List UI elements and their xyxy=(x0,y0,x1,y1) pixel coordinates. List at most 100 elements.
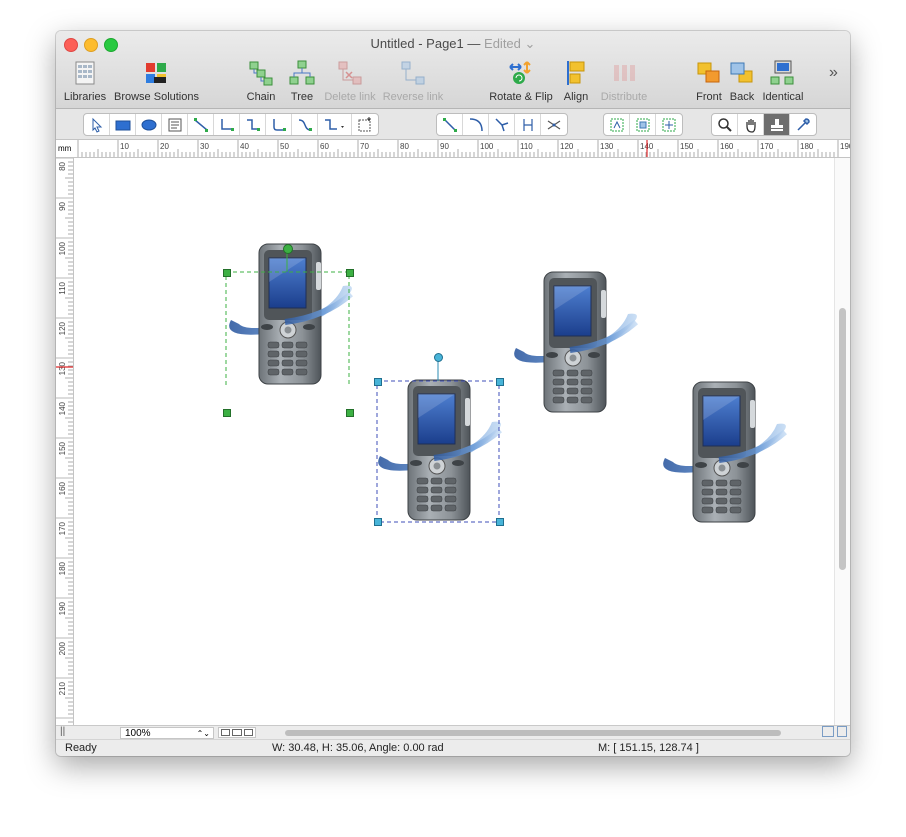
ruler-tick-label: 140 xyxy=(58,401,67,415)
ruler-tick-label: 20 xyxy=(160,142,169,151)
reverse-link-icon xyxy=(401,61,425,85)
browse-solutions-button[interactable]: Browse Solutions xyxy=(114,59,199,105)
tool-select[interactable] xyxy=(84,114,110,135)
tool-insert-special[interactable] xyxy=(352,114,378,135)
tool-zoom[interactable] xyxy=(712,114,738,135)
ellipse-icon xyxy=(141,119,157,131)
tree-icon xyxy=(289,60,315,85)
libraries-icon xyxy=(75,61,95,85)
resize-handle[interactable] xyxy=(496,518,504,526)
horizontal-scroll-thumb[interactable] xyxy=(285,730,781,736)
tool-smart-connector[interactable] xyxy=(214,114,240,135)
resize-handle[interactable] xyxy=(346,269,354,277)
distribute-button[interactable]: Distribute xyxy=(598,59,650,105)
identical-button[interactable]: Identical xyxy=(760,59,806,105)
chain-button[interactable]: Chain xyxy=(241,59,281,105)
tool-rectangle[interactable] xyxy=(110,114,136,135)
align-button[interactable]: Align xyxy=(556,59,596,105)
front-button[interactable]: Front xyxy=(692,59,726,105)
ruler-tick-label: 10 xyxy=(120,142,129,151)
tool-line[interactable] xyxy=(437,114,463,135)
ruler-unit-label: mm xyxy=(58,144,72,153)
resize-handle[interactable] xyxy=(496,378,504,386)
group-icon xyxy=(610,118,624,132)
tool-connector-menu[interactable] xyxy=(318,114,352,135)
ruler-tick-label: 190 xyxy=(840,142,850,151)
tool-direct-connector[interactable] xyxy=(188,114,214,135)
app-window: Untitled - Page1 — Edited ⌄ Libraries Br… xyxy=(56,31,850,756)
vertical-scroll-thumb[interactable] xyxy=(839,308,846,570)
elbow-connector-icon xyxy=(221,119,234,131)
resize-handle[interactable] xyxy=(346,409,354,417)
tool-arc-connector[interactable] xyxy=(240,114,266,135)
tool-container[interactable] xyxy=(630,114,656,135)
bottom-bar: || 100% ⌃⌄ xyxy=(56,725,850,740)
insert-icon xyxy=(358,117,371,132)
ruler-tick-label: 50 xyxy=(280,142,289,151)
toolbar-overflow-chevron[interactable]: » xyxy=(829,64,838,82)
selection-frame-2 xyxy=(376,357,500,523)
tool-text[interactable] xyxy=(162,114,188,135)
fit-page-icon[interactable] xyxy=(822,726,834,737)
tool-eyedropper[interactable] xyxy=(790,114,816,135)
tool-round-connector[interactable] xyxy=(266,114,292,135)
ruler-tick-label: 110 xyxy=(520,142,533,151)
tool-polyline[interactable] xyxy=(515,114,541,135)
ruler-tick-label: 190 xyxy=(58,601,67,615)
rotation-handle-1[interactable] xyxy=(283,244,293,254)
tool-bezier[interactable] xyxy=(489,114,515,135)
connector-menu-icon xyxy=(325,119,344,130)
tool-freehand[interactable] xyxy=(541,114,567,135)
zoom-field[interactable]: 100% ⌃⌄ xyxy=(120,727,214,739)
align-icon xyxy=(567,61,585,85)
rotate-flip-icon xyxy=(509,61,531,84)
ruler-tick-label: 160 xyxy=(720,142,734,151)
tool-group[interactable] xyxy=(604,114,630,135)
ruler-tick-label: 100 xyxy=(480,142,494,151)
ruler-tick-label: 30 xyxy=(200,142,209,151)
resize-handle[interactable] xyxy=(223,409,231,417)
window-title: Untitled - Page1 — Edited ⌄ xyxy=(370,36,536,51)
reverse-link-button[interactable]: Reverse link xyxy=(382,59,444,105)
polyline-icon xyxy=(523,119,533,131)
drawing-canvas[interactable] xyxy=(74,158,834,725)
rotate-flip-button[interactable]: Rotate & Flip xyxy=(488,59,554,105)
layout-icon xyxy=(662,118,676,132)
tool-stamp[interactable] xyxy=(764,114,790,135)
status-bar: Ready W: 30.48, H: 35.06, Angle: 0.00 ra… xyxy=(56,739,850,756)
resize-handle[interactable] xyxy=(223,269,231,277)
phone-shape-3[interactable] xyxy=(510,270,638,416)
page-thumb[interactable] xyxy=(232,729,242,736)
edited-status[interactable]: Edited xyxy=(484,36,521,51)
resize-handle[interactable] xyxy=(374,518,382,526)
back-button[interactable]: Back xyxy=(726,59,758,105)
delete-link-button[interactable]: Delete link xyxy=(322,59,378,105)
libraries-button[interactable]: Libraries xyxy=(62,59,108,105)
ruler-tick-label: 200 xyxy=(58,641,67,655)
phone-shape-4[interactable] xyxy=(659,380,787,526)
tree-button[interactable]: Tree xyxy=(282,59,322,105)
tool-layout[interactable] xyxy=(656,114,682,135)
container-icon xyxy=(636,118,650,132)
vertical-scrollbar[interactable] xyxy=(834,158,850,725)
ruler-tick-label: 210 xyxy=(58,681,67,695)
distribute-icon xyxy=(614,65,635,81)
bezier-icon xyxy=(495,118,509,132)
pause-icon[interactable]: || xyxy=(60,726,65,737)
rotation-handle-2[interactable] xyxy=(434,353,443,362)
tool-ellipse[interactable] xyxy=(136,114,162,135)
chevron-down-icon[interactable]: ⌄ xyxy=(525,36,536,51)
drawing-toolbar xyxy=(56,109,850,140)
tool-pan[interactable] xyxy=(738,114,764,135)
tool-curve-connector[interactable] xyxy=(292,114,318,135)
tool-arc[interactable] xyxy=(463,114,489,135)
page-thumb[interactable] xyxy=(221,729,231,736)
ruler-tick-label: 70 xyxy=(360,142,369,151)
resize-handle[interactable] xyxy=(374,378,382,386)
page-thumbnails[interactable] xyxy=(218,727,256,738)
ruler-tick-label: 150 xyxy=(680,142,694,151)
page-thumb[interactable] xyxy=(243,729,253,736)
actual-size-icon[interactable] xyxy=(837,726,847,737)
send-back-icon xyxy=(730,62,753,83)
text-block-icon xyxy=(168,118,182,132)
